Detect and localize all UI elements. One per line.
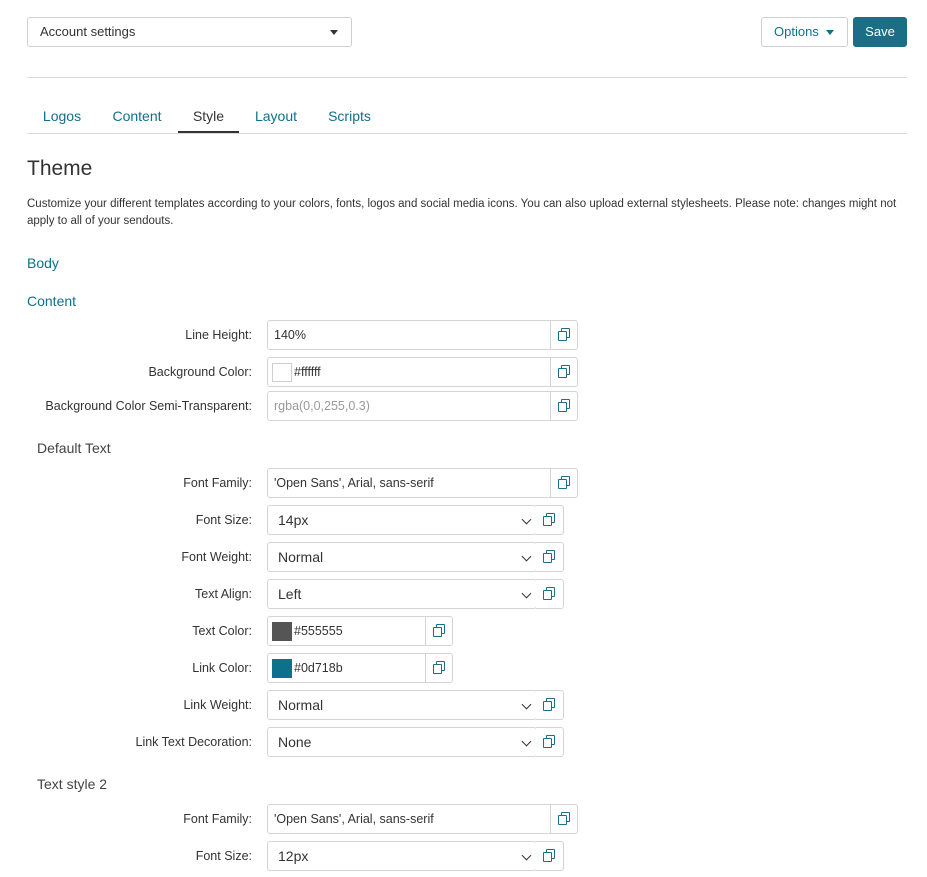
background-semi-placeholder: rgba(0,0,255,0.3): [274, 399, 370, 413]
caret-down-icon: [330, 30, 338, 35]
theme-description: Customize your different templates accor…: [27, 198, 897, 227]
chevron-down-icon: [521, 850, 532, 861]
text-color-value: #555555: [294, 624, 343, 638]
copy-button[interactable]: [536, 727, 564, 757]
link-decoration-select[interactable]: None: [267, 727, 537, 757]
color-swatch[interactable]: [272, 363, 292, 382]
copy-icon: [558, 365, 571, 379]
copy-button[interactable]: [536, 542, 564, 572]
text-color-input[interactable]: #555555: [267, 616, 453, 646]
font-size-select[interactable]: 14px: [267, 505, 537, 535]
default-text-heading: Default Text: [37, 440, 111, 456]
chevron-down-icon: [521, 736, 532, 747]
link-decoration-value: None: [278, 734, 312, 750]
tab-content[interactable]: Content: [102, 107, 172, 133]
text-align-label: Text Align:: [195, 587, 252, 601]
section-body-link[interactable]: Body: [27, 255, 59, 271]
options-button-label: Options: [774, 24, 819, 39]
link-color-input[interactable]: #0d718b: [267, 653, 453, 683]
chevron-down-icon: [521, 551, 532, 562]
font-size-value: 14px: [278, 512, 309, 528]
background-color-value: #ffffff: [294, 365, 321, 379]
copy-button[interactable]: [536, 579, 564, 609]
font-size-label: Font Size:: [195, 513, 252, 527]
tab-scripts[interactable]: Scripts: [317, 107, 382, 133]
text-style-2-heading: Text style 2: [37, 776, 108, 792]
copy-button[interactable]: [425, 617, 452, 645]
font-weight-label: Font Weight:: [181, 550, 252, 564]
copy-icon: [543, 849, 556, 863]
font-size-label: Font Size:: [195, 849, 252, 863]
tab-layout[interactable]: Layout: [245, 107, 307, 133]
page-title: Theme: [27, 157, 93, 180]
chevron-down-icon: [521, 514, 532, 525]
background-color-input[interactable]: #ffffff: [267, 357, 578, 387]
background-semi-input[interactable]: rgba(0,0,255,0.3): [267, 391, 578, 421]
chevron-down-icon: [521, 699, 532, 710]
text-align-value: Left: [278, 586, 302, 602]
line-height-label: Line Height:: [185, 328, 252, 342]
copy-button[interactable]: [550, 805, 577, 833]
text-align-select[interactable]: Left: [267, 579, 537, 609]
link-color-label: Link Color:: [192, 661, 252, 675]
link-color-value: #0d718b: [294, 661, 343, 675]
tab-style[interactable]: Style: [178, 107, 239, 133]
link-decoration-label: Link Text Decoration:: [135, 735, 253, 749]
account-settings-select[interactable]: Account settings: [27, 17, 352, 47]
save-button[interactable]: Save: [853, 17, 907, 47]
copy-button[interactable]: [550, 321, 577, 349]
copy-button[interactable]: [536, 505, 564, 535]
line-height-input[interactable]: 140%: [267, 320, 578, 350]
copy-icon: [543, 513, 556, 527]
font-family-value: 'Open Sans', Arial, sans-serif: [274, 476, 434, 490]
line-height-value: 140%: [274, 328, 306, 342]
copy-button[interactable]: [550, 358, 577, 386]
copy-icon: [433, 661, 446, 675]
account-settings-select-value: Account settings: [40, 24, 136, 39]
font-size-select[interactable]: 12px: [267, 841, 537, 871]
section-content-link[interactable]: Content: [27, 293, 76, 309]
font-family-label: Font Family:: [183, 812, 252, 826]
font-family-input[interactable]: 'Open Sans', Arial, sans-serif: [267, 468, 578, 498]
copy-button[interactable]: [536, 841, 564, 871]
copy-icon: [543, 550, 556, 564]
copy-icon: [558, 328, 571, 342]
caret-down-icon: [826, 30, 834, 35]
tab-logos[interactable]: Logos: [27, 107, 97, 133]
font-size-value: 12px: [278, 848, 309, 864]
link-weight-value: Normal: [278, 697, 324, 713]
background-color-label: Background Color:: [148, 365, 252, 379]
copy-icon: [543, 698, 556, 712]
chevron-down-icon: [521, 588, 532, 599]
copy-icon: [558, 812, 571, 826]
link-weight-select[interactable]: Normal: [267, 690, 537, 720]
link-weight-label: Link Weight:: [183, 698, 252, 712]
font-family-value: 'Open Sans', Arial, sans-serif: [274, 812, 434, 826]
copy-icon: [558, 476, 571, 490]
copy-icon: [543, 735, 556, 749]
color-swatch[interactable]: [272, 659, 292, 678]
copy-icon: [558, 399, 571, 413]
font-weight-value: Normal: [278, 549, 324, 565]
text-color-label: Text Color:: [192, 624, 252, 638]
font-family-label: Font Family:: [183, 476, 252, 490]
color-swatch[interactable]: [272, 622, 292, 641]
options-button[interactable]: Options: [761, 17, 848, 47]
copy-button[interactable]: [550, 469, 577, 497]
copy-button[interactable]: [550, 392, 577, 420]
tabs-divider: [27, 133, 907, 134]
font-weight-select[interactable]: Normal: [267, 542, 537, 572]
copy-button[interactable]: [536, 690, 564, 720]
background-semi-label: Background Color Semi-Transparent:: [45, 399, 252, 413]
divider: [27, 77, 907, 78]
copy-button[interactable]: [425, 654, 452, 682]
copy-icon: [433, 624, 446, 638]
font-family-input[interactable]: 'Open Sans', Arial, sans-serif: [267, 804, 578, 834]
copy-icon: [543, 587, 556, 601]
